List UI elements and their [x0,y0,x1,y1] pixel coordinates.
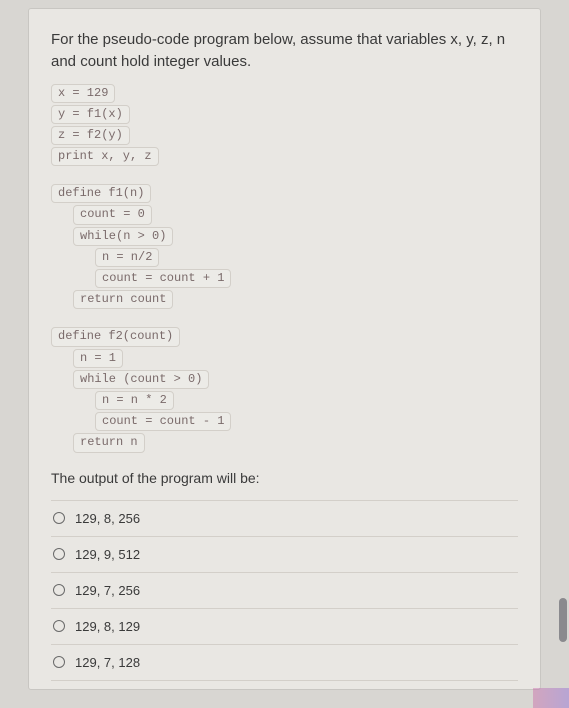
code-line: while (count > 0) [73,370,209,389]
answer-option[interactable]: 129, 7, 128 [51,645,518,681]
answer-label: 129, 9, 512 [75,547,140,562]
answer-label: 129, 7, 256 [75,583,140,598]
code-line: while(n > 0) [73,227,173,246]
decorative-edge [533,688,569,708]
code-line: count = 0 [73,205,152,224]
radio-icon[interactable] [53,656,65,668]
answer-label: 129, 7, 128 [75,655,140,670]
radio-icon[interactable] [53,584,65,596]
answer-option[interactable]: 129, 9, 512 [51,537,518,573]
question-card: For the pseudo-code program below, assum… [28,8,541,690]
radio-icon[interactable] [53,620,65,632]
code-line: return count [73,290,173,309]
code-line: n = 1 [73,349,123,368]
code-line: z = f2(y) [51,126,130,145]
code-block-f2: define f2(count) n = 1 while (count > 0)… [51,326,518,453]
question-prompt: The output of the program will be: [51,470,518,486]
code-line: return n [73,433,145,452]
code-block-f1: define f1(n) count = 0 while(n > 0) n = … [51,183,518,310]
code-line: define f1(n) [51,184,151,203]
code-line: n = n * 2 [95,391,174,410]
code-line: y = f1(x) [51,105,130,124]
scrollbar-thumb[interactable] [559,598,567,642]
code-line: define f2(count) [51,327,180,346]
code-line: x = 129 [51,84,115,103]
code-line: print x, y, z [51,147,159,166]
question-stem: For the pseudo-code program below, assum… [51,29,518,73]
answer-option[interactable]: 129, 7, 256 [51,573,518,609]
answer-label: 129, 8, 129 [75,619,140,634]
code-line: count = count + 1 [95,269,231,288]
answer-option[interactable]: 129, 8, 129 [51,609,518,645]
answer-option[interactable]: 129, 8, 256 [51,501,518,537]
code-block-main: x = 129 y = f1(x) z = f2(y) print x, y, … [51,83,518,168]
answer-label: 129, 8, 256 [75,511,140,526]
radio-icon[interactable] [53,512,65,524]
radio-icon[interactable] [53,548,65,560]
code-line: count = count - 1 [95,412,231,431]
answer-list: 129, 8, 256 129, 9, 512 129, 7, 256 129,… [51,500,518,681]
code-line: n = n/2 [95,248,159,267]
